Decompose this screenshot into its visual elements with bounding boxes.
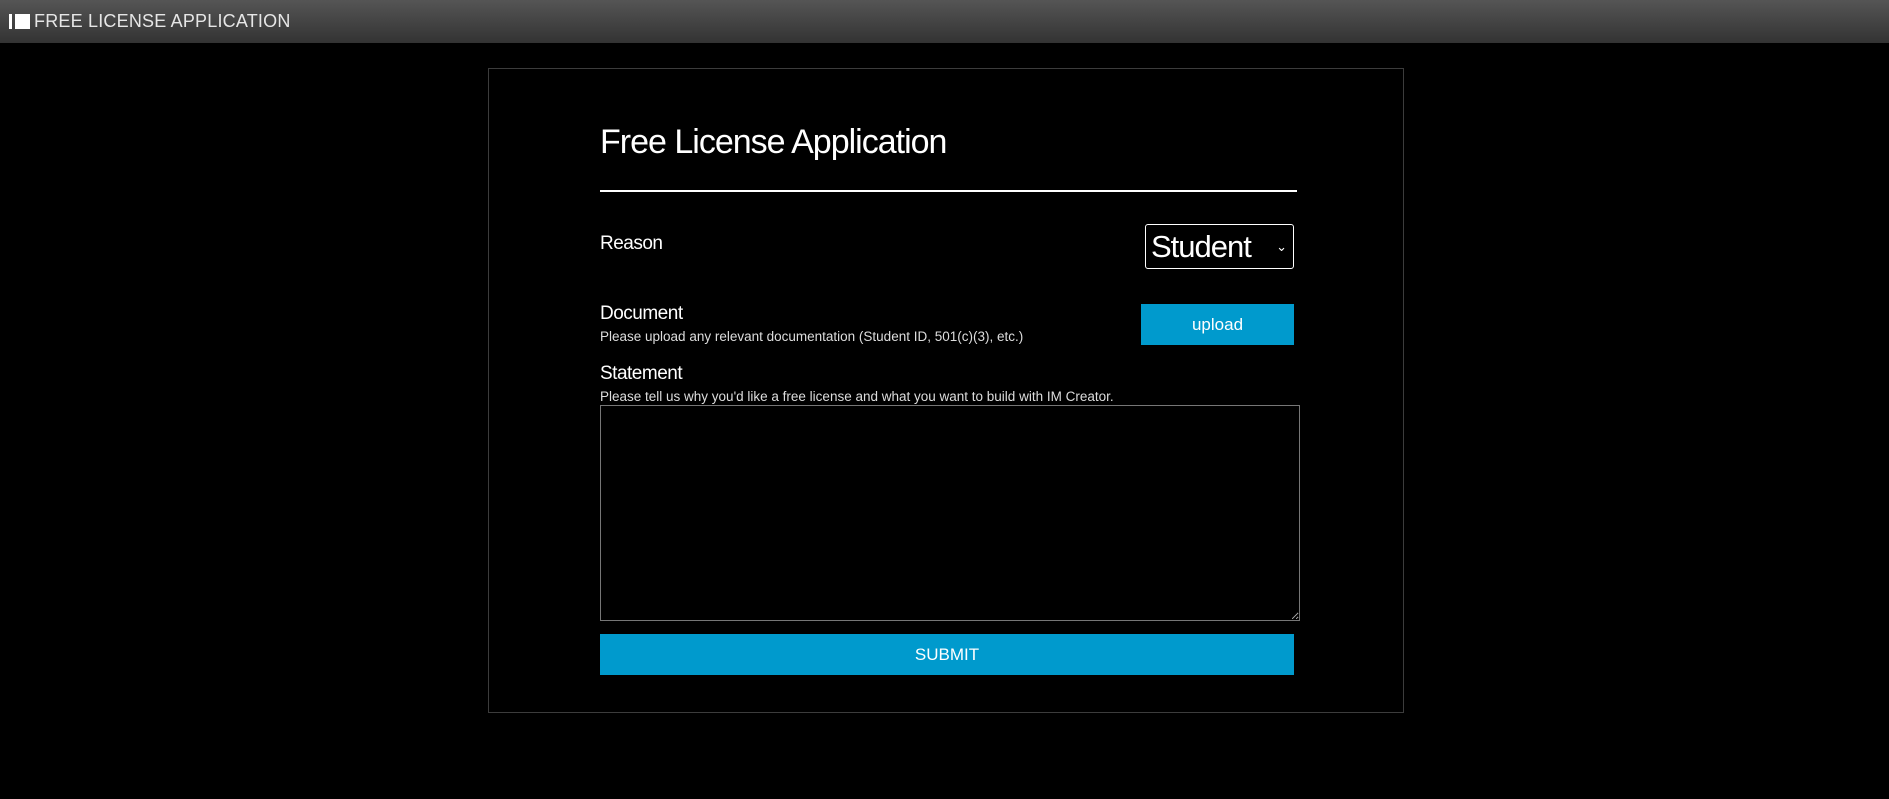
- top-bar: FREE LICENSE APPLICATION: [0, 0, 1889, 43]
- im-creator-logo-icon: [9, 14, 30, 29]
- statement-textarea[interactable]: [600, 405, 1300, 621]
- application-panel: Free License Application Reason Student …: [488, 68, 1404, 713]
- chevron-down-icon: ⌄: [1276, 239, 1287, 254]
- page-title: FREE LICENSE APPLICATION: [34, 11, 291, 31]
- statement-help-text: Please tell us why you'd like a free lic…: [600, 389, 1114, 404]
- reason-selected-value: Student: [1151, 228, 1252, 264]
- document-help-text: Please upload any relevant documentation…: [600, 329, 1024, 344]
- logo-bar-wide: [15, 14, 30, 29]
- title-divider: [600, 190, 1297, 192]
- submit-button[interactable]: SUBMIT: [600, 634, 1294, 675]
- upload-button[interactable]: upload: [1141, 304, 1294, 345]
- reason-select[interactable]: Student ⌄: [1145, 224, 1294, 269]
- statement-label: Statement: [600, 363, 683, 384]
- logo-bar-thin: [9, 14, 12, 29]
- document-label: Document: [600, 303, 683, 324]
- form-title: Free License Application: [600, 123, 947, 161]
- reason-label: Reason: [600, 233, 663, 254]
